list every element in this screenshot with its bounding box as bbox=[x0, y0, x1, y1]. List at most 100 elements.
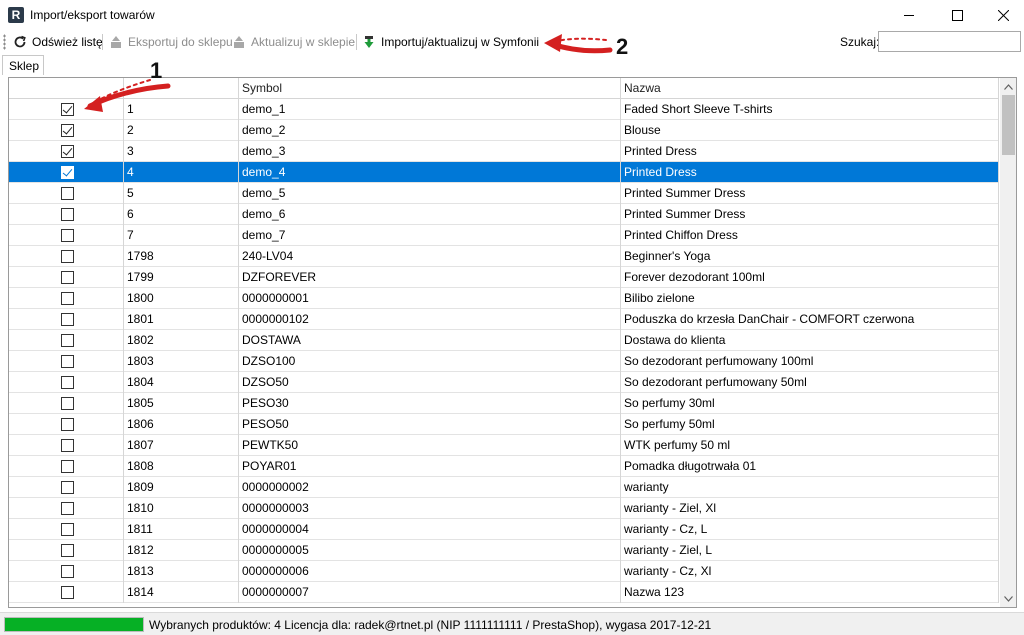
table-row[interactable]: 1808 POYAR01 Pomadka długotrwała 01 bbox=[9, 456, 999, 477]
refresh-icon bbox=[12, 34, 28, 50]
row-checkbox[interactable] bbox=[61, 502, 74, 515]
symbol-cell: 0000000003 bbox=[238, 498, 620, 519]
check-cell bbox=[9, 435, 123, 456]
row-checkbox[interactable] bbox=[61, 229, 74, 242]
symbol-cell: demo_7 bbox=[238, 225, 620, 246]
row-checkbox[interactable] bbox=[61, 418, 74, 431]
check-cell bbox=[9, 246, 123, 267]
row-checkbox[interactable] bbox=[61, 376, 74, 389]
table-row[interactable]: 1805 PESO30 So perfumy 30ml bbox=[9, 393, 999, 414]
maximize-button[interactable] bbox=[934, 0, 980, 30]
id-cell: 1805 bbox=[123, 393, 238, 414]
table-row[interactable]: 1798 240-LV04 Beginner's Yoga bbox=[9, 246, 999, 267]
check-cell bbox=[9, 561, 123, 582]
close-button[interactable] bbox=[980, 0, 1024, 30]
row-checkbox[interactable] bbox=[61, 523, 74, 536]
table-row[interactable]: 1799 DZFOREVER Forever dezodorant 100ml bbox=[9, 267, 999, 288]
vertical-scrollbar[interactable] bbox=[1000, 78, 1016, 607]
check-cell bbox=[9, 582, 123, 603]
products-grid: Symbol Nazwa 1 demo_1 Faded Short Sleeve T… bbox=[8, 77, 1017, 608]
name-cell: Printed Dress bbox=[620, 141, 999, 162]
row-checkbox[interactable] bbox=[61, 187, 74, 200]
row-checkbox[interactable] bbox=[61, 439, 74, 452]
table-row[interactable]: 1812 0000000005 warianty - Ziel, L bbox=[9, 540, 999, 561]
symbol-cell: demo_4 bbox=[238, 162, 620, 183]
id-cell: 1803 bbox=[123, 351, 238, 372]
row-checkbox[interactable] bbox=[61, 334, 74, 347]
scroll-thumb[interactable] bbox=[1002, 95, 1015, 155]
table-row[interactable]: 1813 0000000006 warianty - Cz, Xl bbox=[9, 561, 999, 582]
table-row[interactable]: 1802 DOSTAWA Dostawa do klienta bbox=[9, 330, 999, 351]
column-header-id[interactable] bbox=[123, 78, 238, 99]
id-cell: 1800 bbox=[123, 288, 238, 309]
scroll-down-button[interactable] bbox=[1000, 590, 1016, 607]
table-row[interactable]: 6 demo_6 Printed Summer Dress bbox=[9, 204, 999, 225]
symbol-cell: demo_2 bbox=[238, 120, 620, 141]
row-checkbox[interactable] bbox=[61, 271, 74, 284]
app-icon: R bbox=[8, 7, 24, 23]
column-header-symbol[interactable]: Symbol bbox=[238, 78, 620, 99]
id-cell: 2 bbox=[123, 120, 238, 141]
table-row[interactable]: 7 demo_7 Printed Chiffon Dress bbox=[9, 225, 999, 246]
id-cell: 1799 bbox=[123, 267, 238, 288]
row-checkbox[interactable] bbox=[61, 397, 74, 410]
toolbar-grip[interactable] bbox=[3, 34, 6, 50]
maximize-icon bbox=[951, 9, 963, 21]
id-cell: 1813 bbox=[123, 561, 238, 582]
table-row[interactable]: 3 demo_3 Printed Dress bbox=[9, 141, 999, 162]
id-cell: 1814 bbox=[123, 582, 238, 603]
search-input[interactable] bbox=[878, 31, 1021, 52]
row-checkbox[interactable] bbox=[61, 145, 74, 158]
export-to-shop-button[interactable]: Eksportuj do sklepu bbox=[108, 32, 233, 52]
check-cell bbox=[9, 456, 123, 477]
row-checkbox[interactable] bbox=[61, 544, 74, 557]
import-update-symfonia-label: Importuj/aktualizuj w Symfonii bbox=[381, 35, 540, 49]
column-header-name[interactable]: Nazwa bbox=[620, 78, 999, 99]
row-checkbox[interactable] bbox=[61, 292, 74, 305]
table-row[interactable]: 1809 0000000002 warianty bbox=[9, 477, 999, 498]
check-cell bbox=[9, 330, 123, 351]
table-row[interactable]: 5 demo_5 Printed Summer Dress bbox=[9, 183, 999, 204]
symbol-cell: 0000000007 bbox=[238, 582, 620, 603]
row-checkbox[interactable] bbox=[61, 124, 74, 137]
symbol-cell: 240-LV04 bbox=[238, 246, 620, 267]
table-row[interactable]: 1811 0000000004 warianty - Cz, L bbox=[9, 519, 999, 540]
refresh-list-button[interactable]: Odśwież listę bbox=[12, 32, 103, 52]
scroll-up-button[interactable] bbox=[1000, 78, 1016, 95]
row-checkbox[interactable] bbox=[61, 166, 74, 179]
row-checkbox[interactable] bbox=[61, 481, 74, 494]
row-checkbox[interactable] bbox=[61, 313, 74, 326]
row-checkbox[interactable] bbox=[61, 208, 74, 221]
table-row[interactable]: 2 demo_2 Blouse bbox=[9, 120, 999, 141]
row-checkbox[interactable] bbox=[61, 103, 74, 116]
name-cell: Printed Summer Dress bbox=[620, 204, 999, 225]
table-row[interactable]: 1800 0000000001 Bilibo zielone bbox=[9, 288, 999, 309]
tab-sklep[interactable]: Sklep bbox=[2, 55, 44, 75]
table-row[interactable]: 1 demo_1 Faded Short Sleeve T-shirts bbox=[9, 99, 999, 120]
row-checkbox[interactable] bbox=[61, 586, 74, 599]
row-checkbox[interactable] bbox=[61, 250, 74, 263]
row-checkbox[interactable] bbox=[61, 565, 74, 578]
column-header-check[interactable] bbox=[9, 78, 123, 99]
check-cell bbox=[9, 183, 123, 204]
id-cell: 1802 bbox=[123, 330, 238, 351]
table-row[interactable]: 1810 0000000003 warianty - Ziel, Xl bbox=[9, 498, 999, 519]
symbol-cell: PEWTK50 bbox=[238, 435, 620, 456]
table-row[interactable]: 1807 PEWTK50 WTK perfumy 50 ml bbox=[9, 435, 999, 456]
table-row[interactable]: 1801 0000000102 Poduszka do krzesła DanCha… bbox=[9, 309, 999, 330]
name-cell: Poduszka do krzesła DanChair - COMFORT c… bbox=[620, 309, 999, 330]
row-checkbox[interactable] bbox=[61, 355, 74, 368]
minimize-button[interactable] bbox=[886, 0, 932, 30]
id-cell: 1801 bbox=[123, 309, 238, 330]
table-row[interactable]: 1814 0000000007 Nazwa 123 bbox=[9, 582, 999, 603]
table-row[interactable]: 4 demo_4 Printed Dress bbox=[9, 162, 999, 183]
name-cell: Printed Dress bbox=[620, 162, 999, 183]
table-row[interactable]: 1803 DZSO100 So dezodorant perfumowany 100… bbox=[9, 351, 999, 372]
row-checkbox[interactable] bbox=[61, 460, 74, 473]
update-in-shop-button[interactable]: Aktualizuj w sklepie bbox=[231, 32, 355, 52]
id-cell: 6 bbox=[123, 204, 238, 225]
table-row[interactable]: 1804 DZSO50 So dezodorant perfumowany 50ml bbox=[9, 372, 999, 393]
toolbar-separator bbox=[102, 34, 103, 50]
table-row[interactable]: 1806 PESO50 So perfumy 50ml bbox=[9, 414, 999, 435]
import-update-symfonia-button[interactable]: Importuj/aktualizuj w Symfonii bbox=[361, 32, 539, 52]
